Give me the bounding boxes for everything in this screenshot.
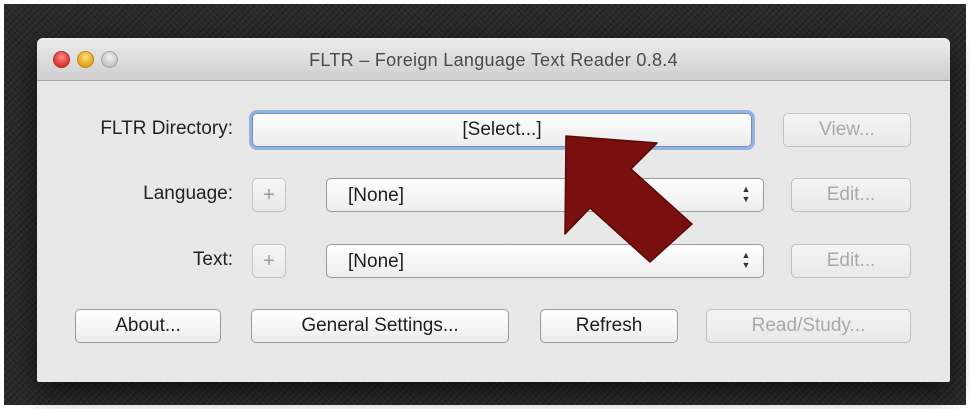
add-language-button[interactable]: + [252,178,286,212]
fltr-main-window: FLTR – Foreign Language Text Reader 0.8.… [37,38,950,382]
edit-text-button[interactable]: Edit... [791,244,911,278]
language-label: Language: [143,183,233,204]
about-button[interactable]: About... [75,309,221,343]
up-down-chevron-icon: ▲ ▼ [741,250,751,270]
refresh-button[interactable]: Refresh [540,309,678,343]
read-study-button[interactable]: Read/Study... [706,309,911,343]
select-directory-button[interactable]: [Select...] [252,113,752,147]
general-settings-button[interactable]: General Settings... [251,309,509,343]
edit-language-button[interactable]: Edit... [791,178,911,212]
window-title: FLTR – Foreign Language Text Reader 0.8.… [309,50,678,70]
text-label: Text: [192,249,233,270]
title-bar[interactable]: FLTR – Foreign Language Text Reader 0.8.… [37,38,950,81]
language-select-value: [None] [348,185,404,206]
up-down-chevron-icon: ▲ ▼ [741,184,751,204]
view-directory-button[interactable]: View... [783,113,911,147]
add-text-button[interactable]: + [252,244,286,278]
fltr-directory-label: FLTR Directory: [100,118,233,139]
text-select[interactable]: [None] ▲ ▼ [326,244,764,278]
text-select-value: [None] [348,251,404,272]
language-select[interactable]: [None] ▲ ▼ [326,178,764,212]
